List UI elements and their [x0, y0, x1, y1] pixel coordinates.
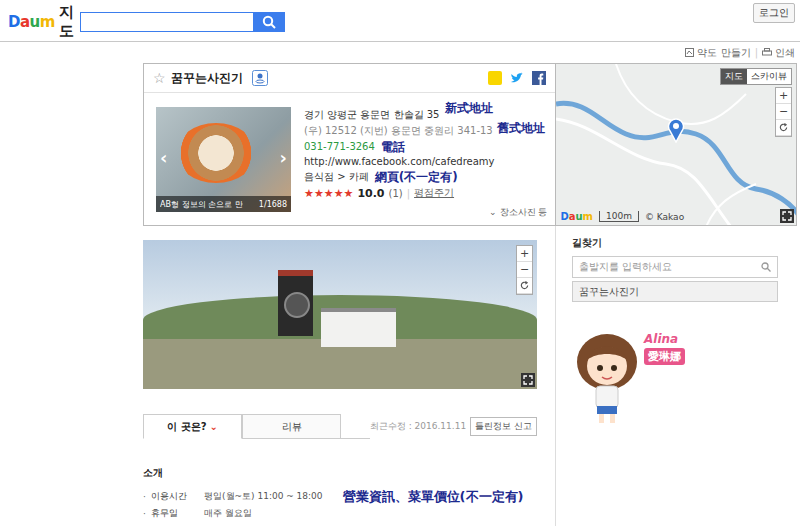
place-header: ☆ 꿈꾸는사진기 [144, 64, 555, 93]
address-annotation: 新式地址 [445, 102, 493, 114]
report-button[interactable]: 틀린정보 신고 [470, 417, 537, 436]
lower-area: +− 이 곳은?⌄리뷰 최근수정 : 2016.11.11 틀린정보 신고소개 ·이용시… [143, 226, 800, 526]
search-icon [262, 15, 276, 29]
login-button[interactable]: 로그인 [753, 3, 795, 23]
map-pin-icon[interactable] [667, 117, 685, 143]
mini-map[interactable]: 지도스카이뷰 +− Daum 100m © Kakao [556, 64, 796, 225]
map-scale: 100m [599, 211, 639, 222]
streetview-zoom-button[interactable]: − [517, 262, 532, 278]
website-annotation: 網頁(不一定有) [375, 171, 458, 183]
house-photo [321, 308, 396, 347]
photo-prev-button[interactable]: ‹ [160, 147, 167, 168]
more-photos-link[interactable]: ⌄ 장소사진 등 [489, 206, 547, 219]
place-photo[interactable]: ‹ › AB형 정보의 손으로 만1/1688 [156, 107, 291, 212]
place-name: 꿈꾸는사진기 [171, 70, 243, 87]
street-view[interactable]: +− [143, 240, 537, 389]
updated-date: 최근수정 : 2016.11.11 [370, 420, 466, 433]
photo-next-button[interactable]: › [280, 147, 287, 168]
streetview-zoom-button[interactable]: + [517, 246, 532, 262]
tab[interactable]: 이 곳은?⌄ [143, 414, 242, 439]
photo-caption: AB형 정보의 손으로 만1/1688 [156, 196, 291, 212]
sketch-icon [685, 48, 694, 57]
directions-panel: 길찾기출발지를 입력하세요꿈꾸는사진기 Alina 愛琳娜 [555, 226, 797, 526]
origin-input[interactable]: 출발지를 입력하세요 [572, 256, 778, 278]
intro-row: ·휴무일매주 월요일 [143, 505, 537, 522]
daum-logo[interactable]: Daum지도 [8, 12, 80, 32]
address: 경기 양평군 용문면 한솔길 35 新式地址 [304, 108, 545, 122]
refresh-icon [779, 123, 788, 132]
website[interactable]: http://www.facebook.com/cafedreamy [304, 155, 545, 168]
tab[interactable]: 리뷰 [242, 414, 341, 439]
kakaostory-icon[interactable] [488, 71, 502, 85]
hours-annotation: 營業資訊、菜單價位(不一定有) [343, 490, 524, 503]
streetview-refresh-button[interactable] [517, 278, 532, 294]
map-mode-button[interactable]: 지도 [721, 69, 747, 84]
map-zoom-controls: +− [775, 87, 792, 137]
map-mode-button[interactable]: 스카이뷰 [747, 69, 791, 84]
category: 음식점 > 카페 [304, 170, 369, 184]
destination-button[interactable]: 꿈꾸는사진기 [572, 281, 778, 302]
phone[interactable]: 031-771-3264 [304, 141, 375, 152]
printer-icon [762, 48, 772, 57]
search-button[interactable] [253, 12, 285, 32]
sketch-map-link[interactable]: 약도 만들기 [685, 46, 750, 60]
camera-building-photo [278, 270, 313, 336]
old-address-annotation: 舊式地址 [497, 122, 545, 134]
intro: 소개 ·이용시간평일(월~토) 11:00 ~ 18:00營業資訊、菜單價位(不一… [143, 439, 537, 522]
place-card: ☆ 꿈꾸는사진기 ‹ › AB형 정보의 손으로 만1/1688 경기 양평군 용문면 한… [143, 63, 797, 226]
search-input[interactable] [80, 12, 253, 32]
intro-title: 소개 [143, 466, 537, 480]
map-footer: Daum 100m © Kakao [560, 211, 684, 222]
intro-row: ·이용시간평일(월~토) 11:00 ~ 18:00營業資訊、菜單價位(不一定有… [143, 488, 537, 505]
detail-tabs: 이 곳은?⌄리뷰 최근수정 : 2016.11.11 틀린정보 신고 [143, 414, 537, 439]
facebook-icon[interactable] [532, 71, 546, 85]
toolbar: 약도 만들기| 인쇄 [0, 42, 800, 59]
map-copyright: © Kakao [645, 212, 684, 222]
directions-title: 길찾기 [572, 236, 778, 250]
mascot-name: Alina [644, 332, 685, 346]
search-bar [80, 12, 285, 32]
phone-annotation: 電話 [381, 141, 405, 153]
print-link[interactable]: 인쇄 [762, 46, 795, 60]
detail-column: +− 이 곳은?⌄리뷰 최근수정 : 2016.11.11 틀린정보 신고소개 ·이용시… [143, 226, 537, 526]
map-canvas [556, 64, 796, 225]
map-mode-toggle: 지도스카이뷰 [720, 68, 792, 85]
map-logo: Daum [560, 211, 593, 222]
rate-link[interactable]: 평점주기 [414, 186, 454, 200]
category-line: 음식점 > 카페 網頁(不一定有) [304, 170, 545, 184]
zoom-button[interactable]: + [776, 88, 791, 104]
place-body: ‹ › AB형 정보의 손으로 만1/1688 경기 양평군 용문면 한솔길 35 新… [144, 93, 555, 212]
favorite-star-icon[interactable]: ☆ [153, 70, 166, 86]
expand-streetview-icon[interactable] [521, 373, 535, 387]
page: Daum지도로그인 약도 만들기| 인쇄☆꿈꾸는사진기‹›AB형 정보의 손으로… [0, 0, 800, 526]
mascot-name-cn: 愛琳娜 [644, 348, 685, 365]
phone-line: 031-771-3264 電話 [304, 140, 545, 153]
place-details: 경기 양평군 용문면 한솔길 35 新式地址 (우) 12512 (지번) 용문면… [304, 107, 545, 212]
rating-stars: ★★★★★ [304, 187, 353, 200]
old-address: (우) 12512 (지번) 용문면 중원리 341-13 舊式地址 [304, 124, 545, 138]
girl-avatar-icon [572, 330, 642, 425]
top-bar: Daum지도 로그인 [0, 0, 800, 42]
refresh-button[interactable] [776, 120, 791, 136]
twitter-icon[interactable] [510, 71, 524, 85]
streetview-zoom-controls: +− [516, 245, 533, 295]
refresh-icon [520, 281, 529, 290]
rating: ★★★★★10.0(1)|평점주기 [304, 186, 545, 200]
place-info: ☆ 꿈꾸는사진기 ‹ › AB형 정보의 손으로 만1/1688 경기 양평군 용문면 한… [144, 64, 556, 225]
zoom-button[interactable]: − [776, 104, 791, 120]
search-icon [761, 262, 771, 272]
mascot-watermark: Alina 愛琳娜 [572, 330, 778, 425]
streetview-badge-icon[interactable] [252, 70, 268, 86]
coffee-photo [176, 123, 256, 183]
expand-map-icon[interactable] [780, 209, 794, 223]
